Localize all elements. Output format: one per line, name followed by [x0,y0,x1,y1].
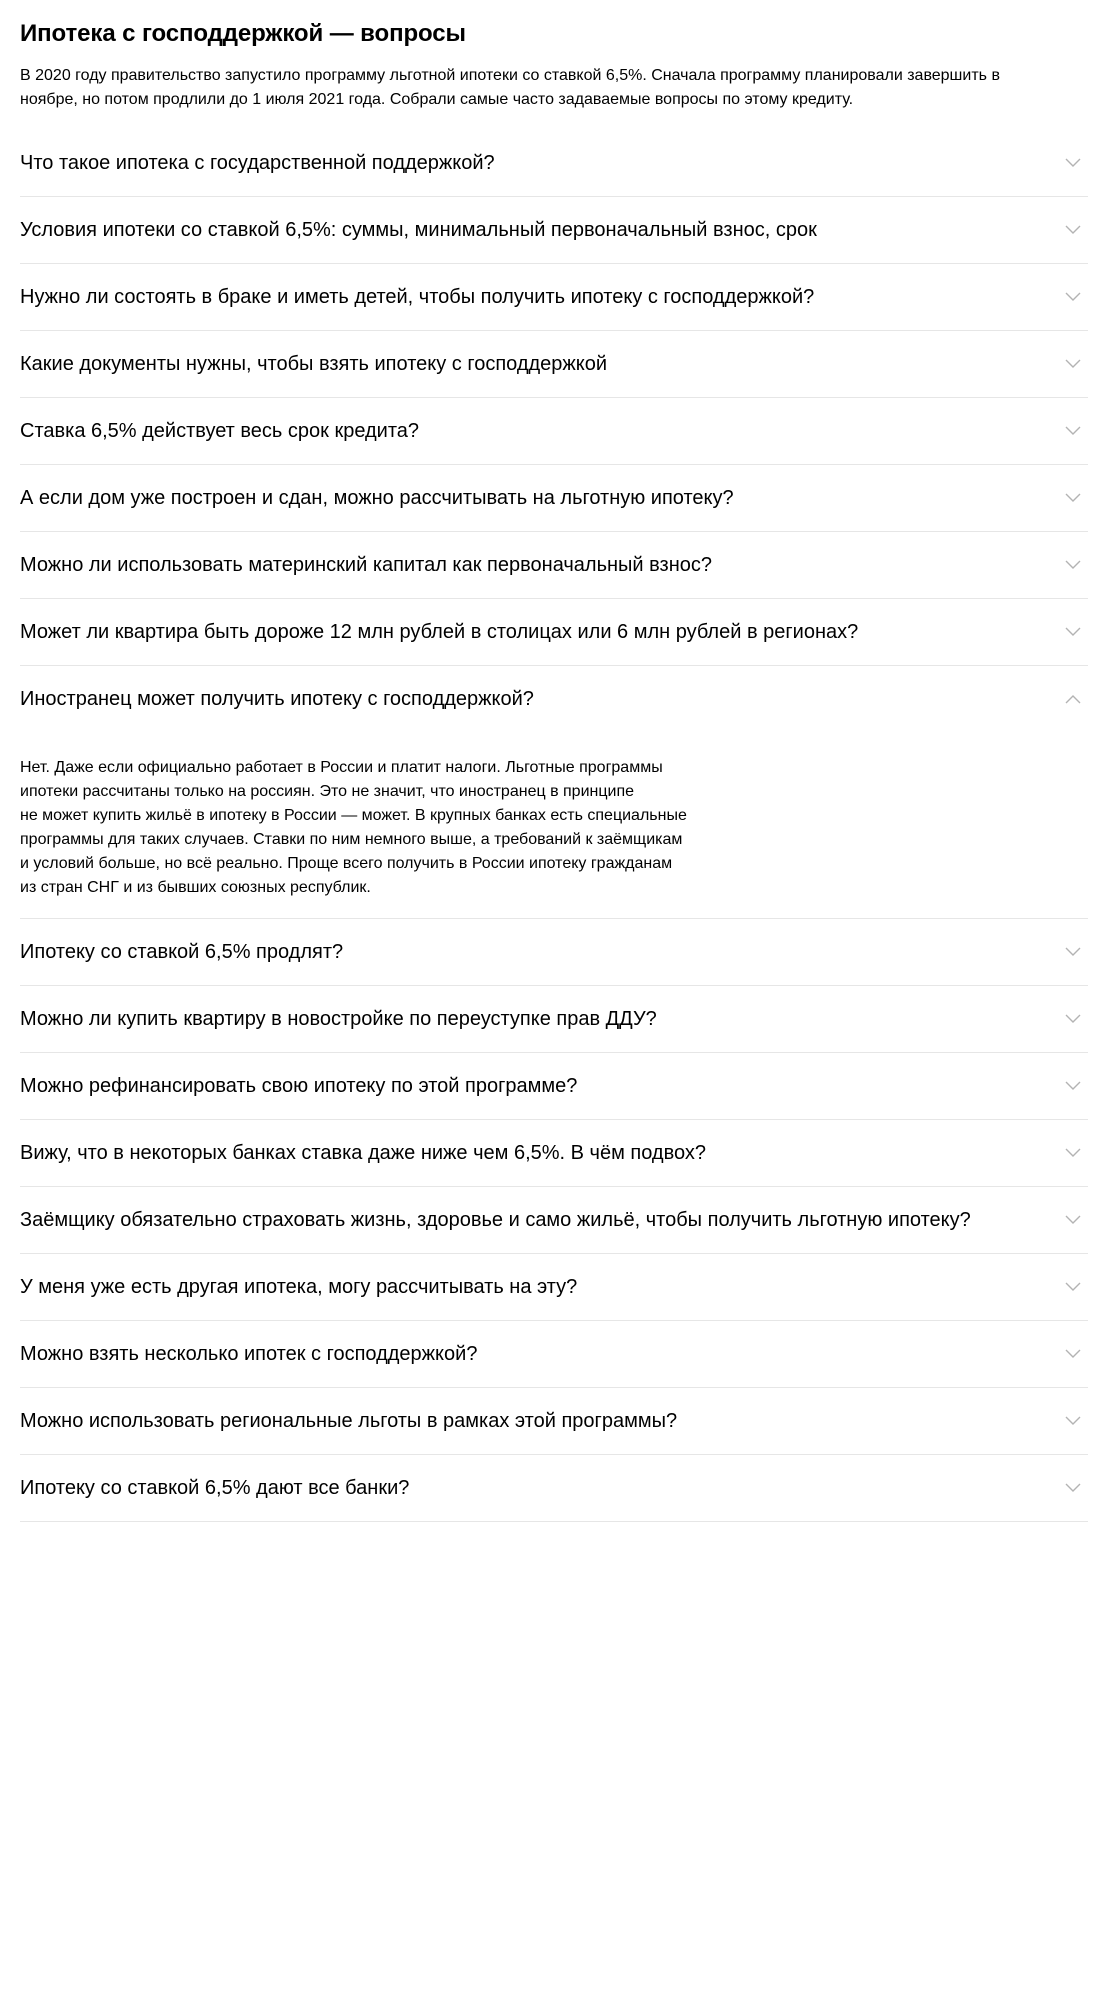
faq-item: Можно рефинансировать свою ипотеку по эт… [20,1053,1088,1120]
faq-item: Заёмщику обязательно страховать жизнь, з… [20,1187,1088,1254]
page-title: Ипотека с господдержкой — вопросы [20,20,466,47]
faq-answer-line: Нет. Даже если официально работает в Рос… [20,759,663,776]
faq-question-toggle[interactable]: Можно ли использовать материнский капита… [20,532,1088,598]
faq-question-text: Вижу, что в некоторых банках ставка даже… [20,1142,706,1164]
chevron-down-icon[interactable] [1064,355,1082,373]
chevron-down-icon[interactable] [1064,1077,1082,1095]
faq-item: Условия ипотеки со ставкой 6,5%: суммы, … [20,197,1088,264]
chevron-down-icon[interactable] [1064,1345,1082,1363]
faq-question-toggle[interactable]: Можно использовать региональные льготы в… [20,1388,1088,1454]
faq-answer-line: не может купить жильё в ипотеку в России… [20,807,687,824]
faq-item: Можно взять несколько ипотек с господдер… [20,1321,1088,1388]
faq-item: Какие документы нужны, чтобы взять ипоте… [20,331,1088,398]
faq-question-text: Ставка 6,5% действует весь срок кредита? [20,420,420,442]
faq-item-expanded: Иностранец может получить ипотеку с госп… [20,666,1088,919]
faq-question-toggle[interactable]: Какие документы нужны, чтобы взять ипоте… [20,331,1088,397]
faq-question-toggle[interactable]: Вижу, что в некоторых банках ставка даже… [20,1120,1088,1186]
chevron-down-icon[interactable] [1064,288,1082,306]
faq-question-toggle[interactable]: Условия ипотеки со ставкой 6,5%: суммы, … [20,197,1088,263]
faq-question-text: Иностранец может получить ипотеку с госп… [20,688,534,710]
chevron-down-icon[interactable] [1064,1479,1082,1497]
chevron-down-icon[interactable] [1064,489,1082,507]
chevron-down-icon[interactable] [1064,1278,1082,1296]
faq-question-text: Можно взять несколько ипотек с господдер… [20,1343,478,1365]
faq-page: Ипотека с господдержкой — вопросы В 2020… [0,0,1100,1522]
faq-question-toggle[interactable]: Можно взять несколько ипотек с господдер… [20,1321,1088,1387]
faq-item: У меня уже есть другая ипотека, могу рас… [20,1254,1088,1321]
faq-item: Ипотеку со ставкой 6,5% дают все банки? [20,1455,1088,1522]
faq-question-toggle[interactable]: Ставка 6,5% действует весь срок кредита? [20,398,1088,464]
faq-question-text: Можно рефинансировать свою ипотеку по эт… [20,1075,578,1097]
chevron-down-icon[interactable] [1064,556,1082,574]
faq-question-text: Что такое ипотека с государственной подд… [20,152,495,174]
faq-answer: Нет. Даже если официально работает в Рос… [20,732,720,918]
faq-question-text: У меня уже есть другая ипотека, могу рас… [20,1276,578,1298]
chevron-down-icon[interactable] [1064,1010,1082,1028]
faq-question-text: Условия ипотеки со ставкой 6,5%: суммы, … [20,219,817,241]
faq-list: Что такое ипотека с государственной подд… [20,130,1088,1522]
faq-question-toggle[interactable]: Заёмщику обязательно страховать жизнь, з… [20,1187,1088,1253]
faq-question-toggle[interactable]: Ипотеку со ставкой 6,5% дают все банки? [20,1455,1088,1521]
faq-question-toggle[interactable]: Иностранец может получить ипотеку с госп… [20,666,1088,732]
intro-text: В 2020 году правительство запустило прог… [20,67,1000,108]
faq-item: Что такое ипотека с государственной подд… [20,130,1088,197]
faq-answer-line: программы для таких случаев. Ставки по н… [20,831,683,848]
faq-question-toggle[interactable]: Что такое ипотека с государственной подд… [20,130,1088,196]
faq-question-text: Какие документы нужны, чтобы взять ипоте… [20,353,608,375]
faq-item: Может ли квартира быть дороже 12 млн руб… [20,599,1088,666]
faq-question-toggle[interactable]: Может ли квартира быть дороже 12 млн руб… [20,599,1088,665]
chevron-down-icon[interactable] [1064,623,1082,641]
chevron-down-icon[interactable] [1064,943,1082,961]
chevron-down-icon[interactable] [1064,1412,1082,1430]
chevron-down-icon[interactable] [1064,422,1082,440]
faq-question-text: Можно ли использовать материнский капита… [20,554,713,576]
faq-question-text: Может ли квартира быть дороже 12 млн руб… [20,621,859,643]
faq-item: Нужно ли состоять в браке и иметь детей,… [20,264,1088,331]
faq-item: Ипотеку со ставкой 6,5% продлят? [20,919,1088,986]
faq-item: Можно использовать региональные льготы в… [20,1388,1088,1455]
chevron-up-icon[interactable] [1064,690,1082,708]
faq-answer-line: и условий больше, но всё реально. Проще … [20,855,673,872]
faq-question-text: Нужно ли состоять в браке и иметь детей,… [20,286,815,308]
faq-item: А если дом уже построен и сдан, можно ра… [20,465,1088,532]
faq-question-toggle[interactable]: Нужно ли состоять в браке и иметь детей,… [20,264,1088,330]
chevron-down-icon[interactable] [1064,221,1082,239]
faq-item: Можно ли купить квартиру в новостройке п… [20,986,1088,1053]
faq-item: Можно ли использовать материнский капита… [20,532,1088,599]
faq-question-toggle[interactable]: Можно рефинансировать свою ипотеку по эт… [20,1053,1088,1119]
faq-question-toggle[interactable]: А если дом уже построен и сдан, можно ра… [20,465,1088,531]
chevron-down-icon[interactable] [1064,154,1082,172]
faq-answer-line: из стран СНГ и из бывших союзных республ… [20,879,371,896]
faq-question-toggle[interactable]: У меня уже есть другая ипотека, могу рас… [20,1254,1088,1320]
faq-question-text: Ипотеку со ставкой 6,5% продлят? [20,941,344,963]
faq-question-text: А если дом уже построен и сдан, можно ра… [20,487,734,509]
chevron-down-icon[interactable] [1064,1211,1082,1229]
faq-question-text: Можно ли купить квартиру в новостройке п… [20,1008,657,1030]
faq-answer-line: ипотеки рассчитаны только на россиян. Эт… [20,783,635,800]
faq-item: Ставка 6,5% действует весь срок кредита? [20,398,1088,465]
faq-question-text: Можно использовать региональные льготы в… [20,1410,678,1432]
faq-question-text: Ипотеку со ставкой 6,5% дают все банки? [20,1477,410,1499]
faq-question-text: Заёмщику обязательно страховать жизнь, з… [20,1209,971,1231]
faq-question-toggle[interactable]: Ипотеку со ставкой 6,5% продлят? [20,919,1088,985]
faq-item: Вижу, что в некоторых банках ставка даже… [20,1120,1088,1187]
chevron-down-icon[interactable] [1064,1144,1082,1162]
faq-question-toggle[interactable]: Можно ли купить квартиру в новостройке п… [20,986,1088,1052]
